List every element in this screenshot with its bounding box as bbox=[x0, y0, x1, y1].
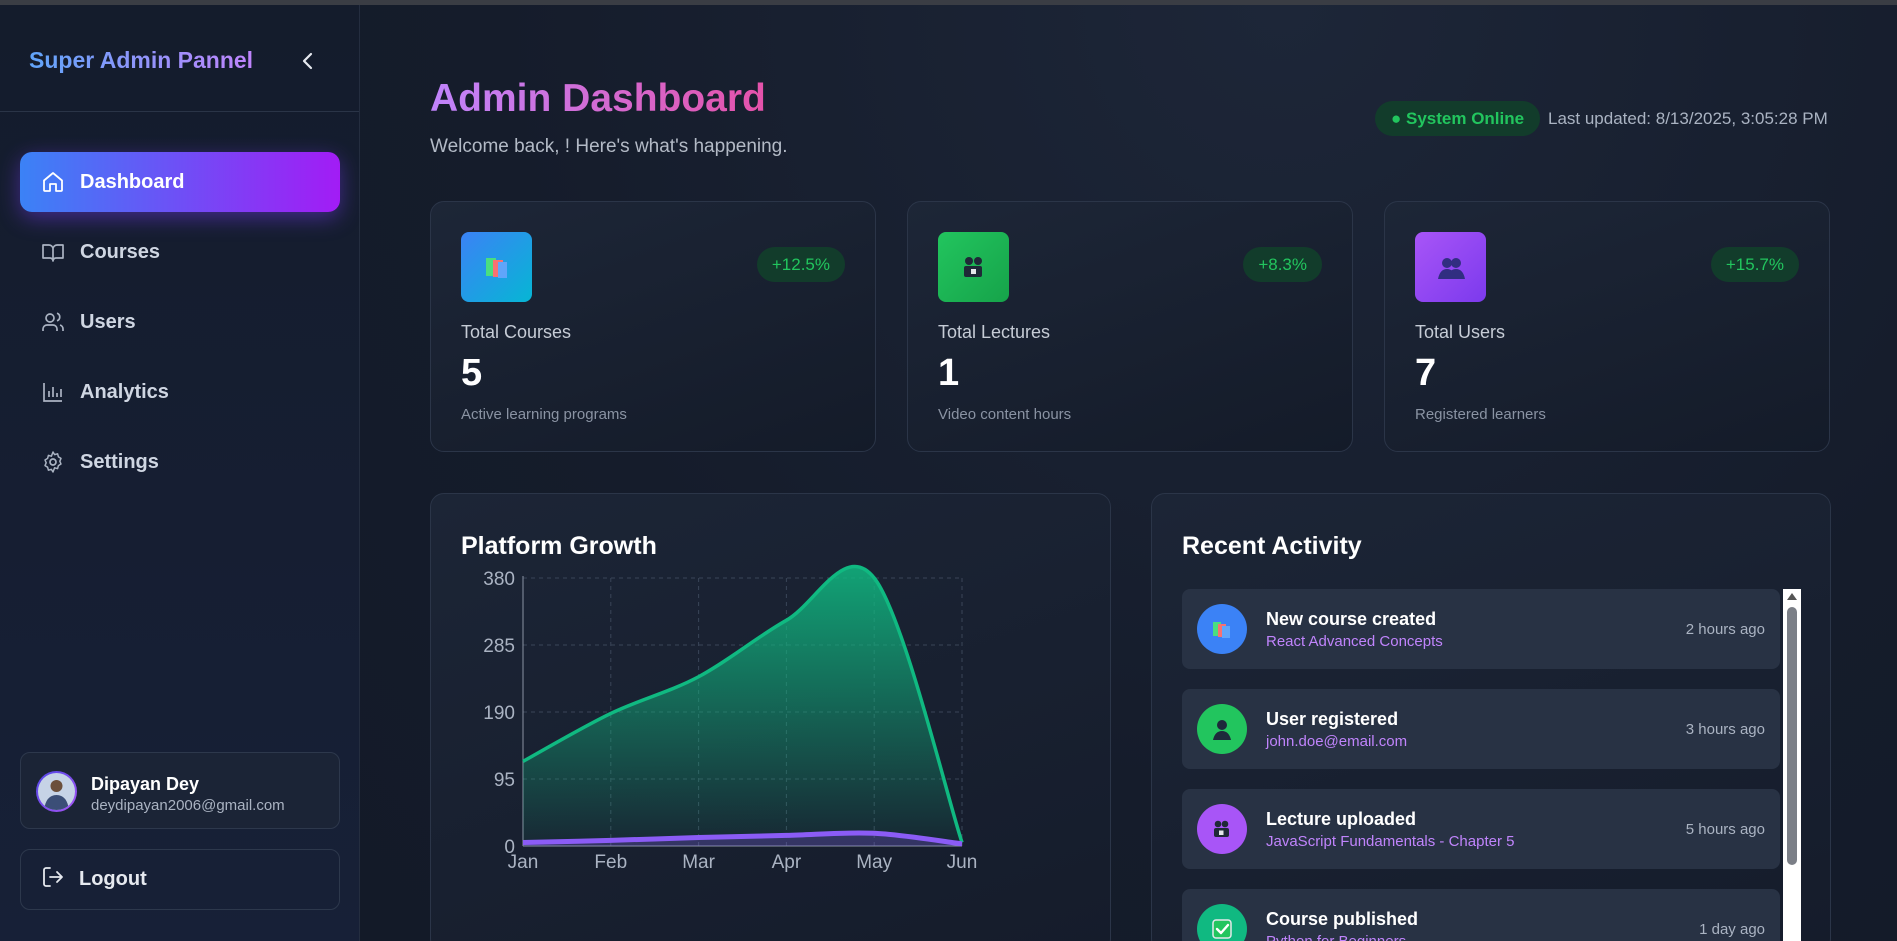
stat-value: 1 bbox=[938, 352, 960, 394]
activity-subtitle: React Advanced Concepts bbox=[1266, 633, 1443, 650]
series-area-fill bbox=[523, 566, 962, 846]
stat-value: 7 bbox=[1415, 352, 1437, 394]
activity-list[interactable]: New course created React Advanced Concep… bbox=[1182, 589, 1802, 941]
list-item[interactable]: User registered john.doe@email.com 3 hou… bbox=[1182, 689, 1780, 769]
scroll-up-arrow-icon[interactable] bbox=[1787, 593, 1797, 600]
gear-icon bbox=[40, 449, 66, 475]
x-tick-label: May bbox=[856, 852, 892, 873]
growth-chart: 095190285380Jan Feb Mar Apr May Jun bbox=[483, 564, 978, 873]
activity-title: Course published bbox=[1266, 909, 1419, 929]
sidebar-item-label: Settings bbox=[80, 450, 159, 473]
stat-label: Total Users bbox=[1415, 322, 1506, 342]
activity-subtitle: Python for Beginners bbox=[1266, 933, 1406, 941]
books-icon bbox=[1197, 604, 1247, 654]
x-tick-label: Mar bbox=[682, 852, 715, 873]
chevron-left-icon bbox=[302, 52, 313, 70]
stat-card-lectures: +8.3% Total Lectures 1 Video content hou… bbox=[907, 201, 1353, 452]
sidebar-item-users[interactable]: Users bbox=[20, 292, 340, 352]
user-icon bbox=[1197, 704, 1247, 754]
stat-change-badge: +12.5% bbox=[756, 247, 845, 282]
stat-label: Total Lectures bbox=[938, 322, 1051, 342]
logout-button[interactable]: Logout bbox=[20, 849, 340, 910]
user-name: Dipayan Dey bbox=[91, 774, 200, 794]
system-status-badge: ● System Online bbox=[1375, 101, 1541, 136]
x-tick-label: Jan bbox=[508, 852, 539, 873]
stat-card-courses: +12.5% Total Courses 5 Active learning p… bbox=[430, 201, 876, 452]
stat-label: Total Courses bbox=[461, 322, 572, 342]
activity-title: New course created bbox=[1266, 609, 1437, 629]
user-profile-card[interactable]: Dipayan Dey deydipayan2006@gmail.com bbox=[20, 752, 340, 829]
stat-change-badge: +15.7% bbox=[1710, 247, 1799, 282]
list-item[interactable]: Course published Python for Beginners 1 … bbox=[1182, 889, 1780, 941]
panel-title: Recent Activity bbox=[1182, 532, 1362, 560]
home-icon bbox=[40, 169, 66, 195]
platform-growth-panel: Platform Growth 0 95 190 285 380 Jan Feb Mar Apr… bbox=[430, 493, 1111, 941]
activity-title: Lecture uploaded bbox=[1266, 809, 1417, 829]
sidebar-item-label: Courses bbox=[80, 240, 161, 263]
collapse-sidebar-button[interactable] bbox=[296, 49, 320, 73]
activity-time: 5 hours ago bbox=[1685, 821, 1765, 838]
list-item[interactable]: New course created React Advanced Concep… bbox=[1182, 589, 1780, 669]
sidebar-item-analytics[interactable]: Analytics bbox=[20, 362, 340, 422]
y-tick-label: 190 bbox=[483, 703, 515, 724]
x-tick-label: Jun bbox=[947, 852, 978, 873]
stat-description: Video content hours bbox=[938, 406, 1072, 423]
y-tick-label: 380 bbox=[483, 569, 515, 590]
book-icon bbox=[40, 239, 66, 265]
stat-description: Active learning programs bbox=[461, 406, 627, 423]
stat-card-users: +15.7% Total Users 7 Registered learners bbox=[1384, 201, 1830, 452]
stat-value: 5 bbox=[461, 352, 483, 394]
sidebar-item-courses[interactable]: Courses bbox=[20, 222, 340, 282]
last-updated-text: Last updated: 8/13/2025, 3:05:28 PM bbox=[1548, 109, 1828, 128]
sidebar-item-settings[interactable]: Settings bbox=[20, 432, 340, 492]
sidebar-item-label: Analytics bbox=[80, 380, 169, 403]
logout-icon bbox=[41, 865, 65, 894]
activity-time: 3 hours ago bbox=[1685, 721, 1765, 738]
activity-title: User registered bbox=[1266, 709, 1399, 729]
activity-subtitle: john.doe@email.com bbox=[1266, 733, 1408, 750]
activity-time: 2 hours ago bbox=[1685, 621, 1765, 638]
recent-activity-panel: Recent Activity New course created React… bbox=[1151, 493, 1831, 941]
logout-label: Logout bbox=[79, 868, 147, 890]
stat-change-badge: +8.3% bbox=[1243, 247, 1322, 282]
brand-title: Super Admin Pannel bbox=[29, 47, 254, 73]
activity-time: 1 day ago bbox=[1699, 921, 1765, 938]
activity-scrollbar[interactable] bbox=[1783, 589, 1801, 941]
page-subtitle: Welcome back, ! Here's what's happening. bbox=[430, 136, 788, 157]
sidebar-nav: Dashboard Courses Users Analytics Settin… bbox=[20, 152, 340, 502]
avatar bbox=[36, 771, 77, 812]
x-tick-label: Apr bbox=[772, 852, 802, 873]
video-camera-icon bbox=[938, 232, 1009, 302]
list-item[interactable]: Lecture uploaded JavaScript Fundamentals… bbox=[1182, 789, 1780, 869]
y-tick-label: 95 bbox=[494, 770, 515, 791]
bar-chart-icon bbox=[40, 379, 66, 405]
video-camera-icon bbox=[1197, 804, 1247, 854]
sidebar-item-dashboard[interactable]: Dashboard bbox=[20, 152, 340, 212]
users-icon bbox=[40, 309, 66, 335]
sidebar-header: Super Admin Pannel bbox=[0, 5, 359, 112]
check-icon bbox=[1197, 904, 1247, 941]
books-icon bbox=[461, 232, 532, 302]
sidebar-item-label: Users bbox=[80, 310, 136, 333]
users-icon bbox=[1415, 232, 1486, 302]
page-title: Admin Dashboard bbox=[430, 77, 766, 120]
sidebar: Super Admin Pannel Dashboard Courses Use… bbox=[0, 5, 360, 941]
main-content: Admin Dashboard Welcome back, ! Here's w… bbox=[360, 5, 1897, 941]
stat-description: Registered learners bbox=[1415, 406, 1546, 423]
sidebar-item-label: Dashboard bbox=[80, 170, 185, 193]
x-tick-label: Feb bbox=[594, 852, 627, 873]
user-email: deydipayan2006@gmail.com bbox=[91, 797, 285, 814]
scrollbar-thumb[interactable] bbox=[1787, 607, 1797, 865]
activity-subtitle: JavaScript Fundamentals - Chapter 5 bbox=[1266, 833, 1515, 850]
y-tick-label: 285 bbox=[483, 636, 515, 657]
